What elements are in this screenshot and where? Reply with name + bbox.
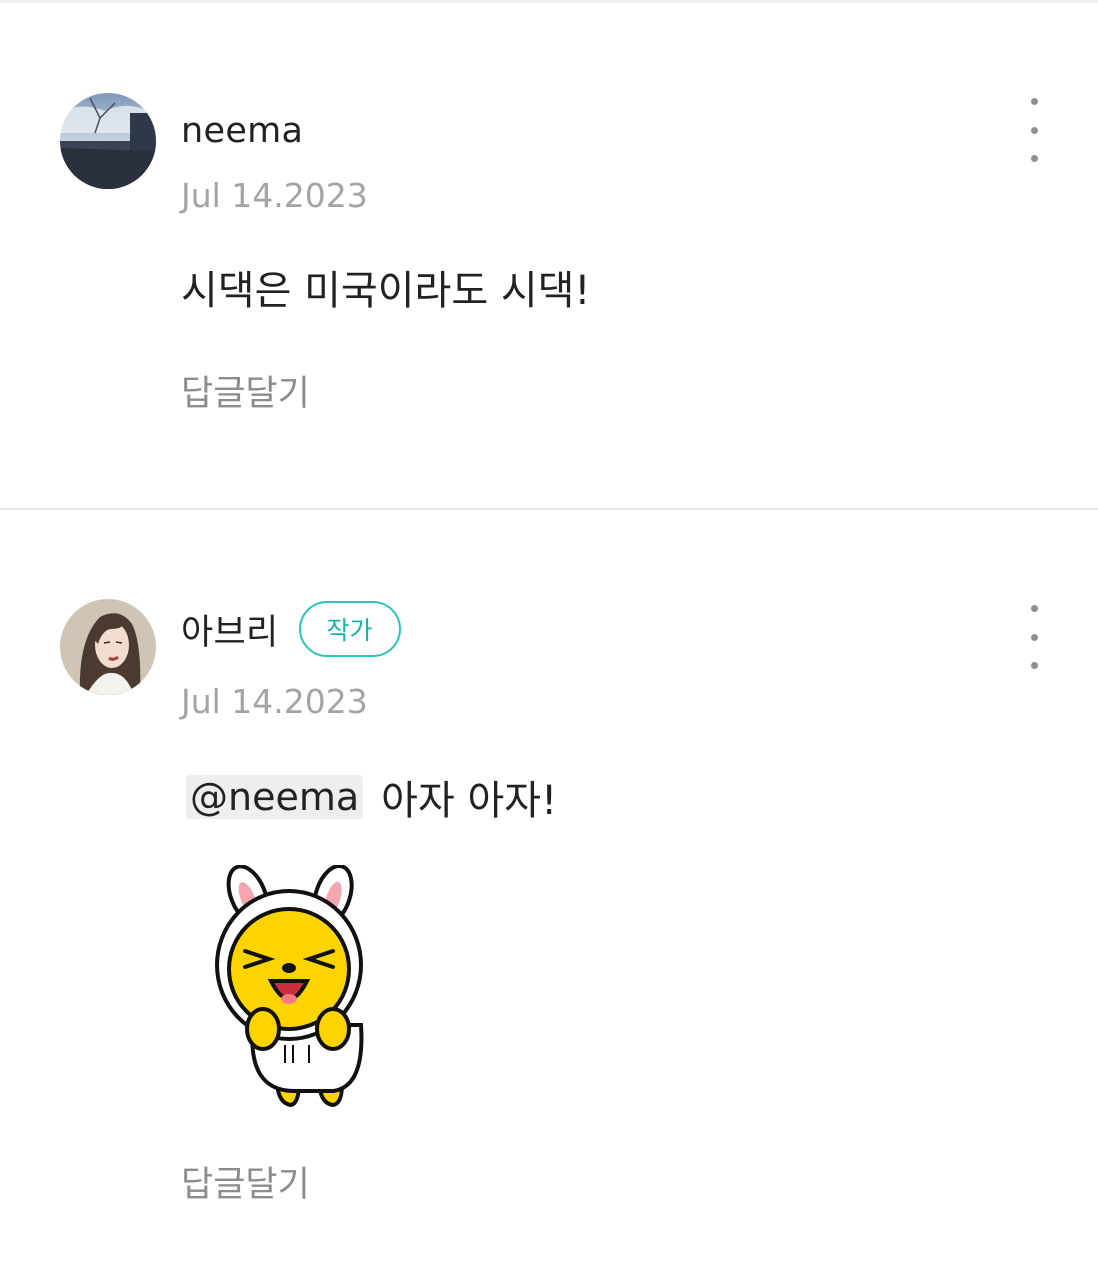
dot	[1030, 633, 1038, 641]
dot	[1030, 605, 1038, 612]
dot	[1030, 662, 1038, 669]
mention-tag[interactable]: @neema	[186, 775, 364, 819]
comment-body: 아자 아자!	[381, 778, 558, 824]
comment-item: neema Jul 14.2023 시댁은 미국이라도 시댁! 답글달기	[0, 0, 1098, 508]
dot	[1030, 98, 1038, 105]
sticker-icon	[215, 863, 364, 1108]
avatar[interactable]	[60, 599, 156, 695]
dot	[1030, 126, 1038, 134]
bunny-hood-character-sticker	[215, 863, 385, 1110]
writer-badge: 작가	[298, 601, 401, 657]
landscape-avatar-icon	[60, 93, 156, 189]
comment-text: @neema 아자 아자!	[181, 768, 557, 826]
comment-body: 시댁은 미국이라도 시댁!	[181, 268, 591, 314]
dot	[1030, 155, 1038, 162]
more-vertical-icon[interactable]	[1010, 98, 1058, 162]
author-name[interactable]: neema	[181, 111, 303, 151]
comment-date: Jul 14.2023	[181, 176, 368, 215]
comment-text: 시댁은 미국이라도 시댁!	[181, 258, 590, 316]
comment-date: Jul 14.2023	[181, 682, 368, 721]
more-vertical-icon[interactable]	[1010, 605, 1058, 669]
comment-item: 아브리 작가 Jul 14.2023 @neema 아자 아자! 답글달기	[0, 510, 1098, 1287]
avatar[interactable]	[60, 93, 156, 189]
author-row: 아브리 작가	[181, 599, 401, 659]
woman-portrait-avatar-icon	[60, 599, 156, 695]
author-name[interactable]: 아브리	[181, 604, 279, 655]
reply-button[interactable]: 답글달기	[181, 1156, 310, 1207]
author-row: neema	[181, 101, 303, 161]
reply-button[interactable]: 답글달기	[181, 365, 310, 416]
